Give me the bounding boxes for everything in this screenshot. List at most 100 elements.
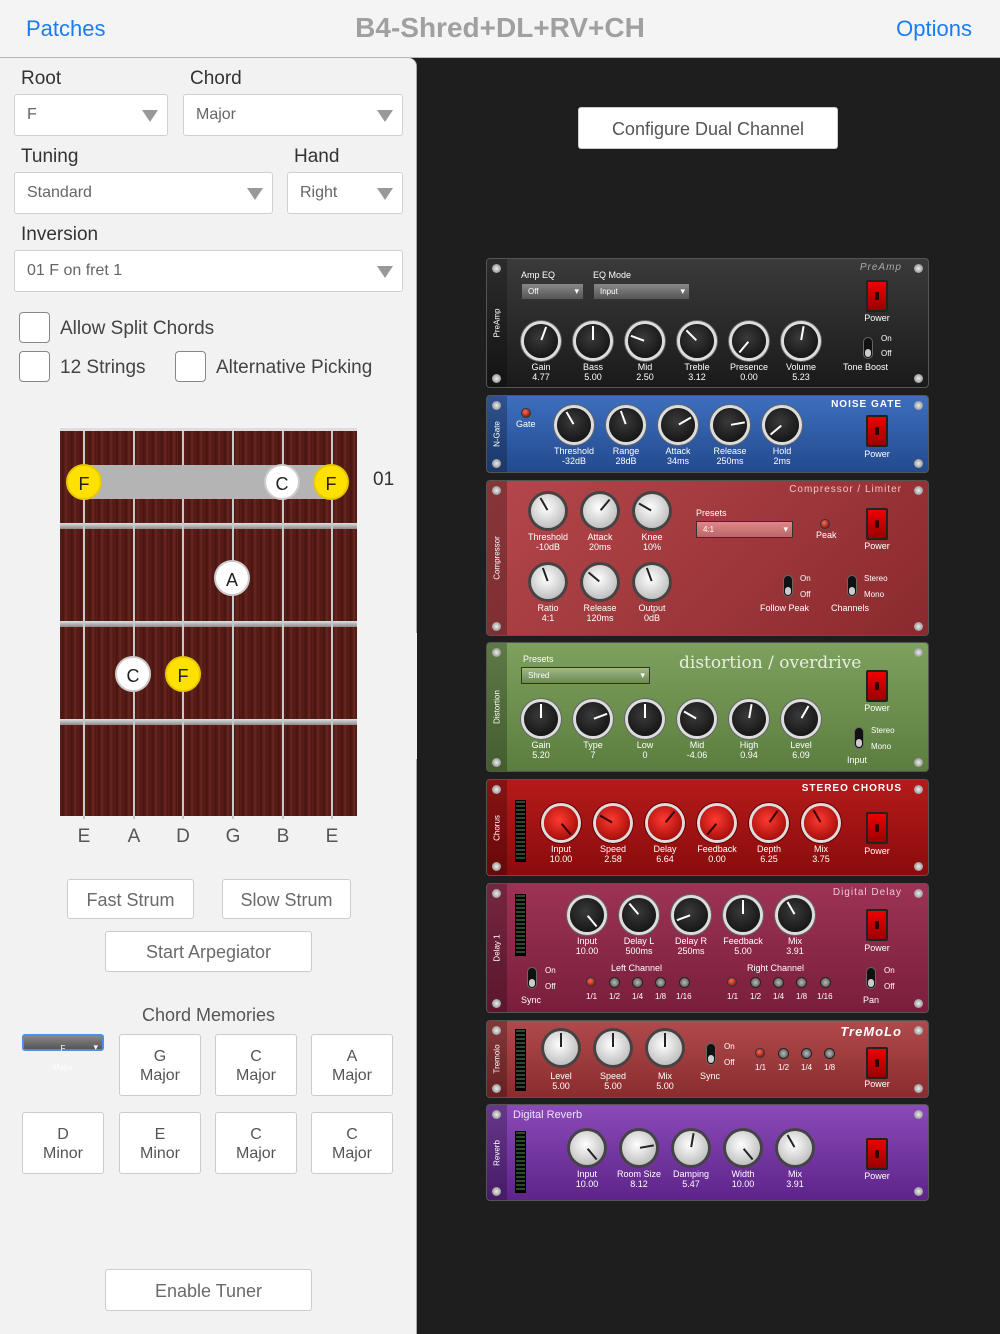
division-button[interactable] <box>655 977 666 988</box>
fretboard[interactable]: F C F A C F <box>60 428 357 819</box>
comp-preset-select[interactable]: 4:1 <box>696 521 793 538</box>
range-knob[interactable] <box>609 408 643 442</box>
options-button[interactable]: Options <box>896 16 972 42</box>
twelve-strings-checkbox[interactable] <box>19 351 50 382</box>
room-size-knob[interactable] <box>622 1131 656 1165</box>
threshold-knob[interactable] <box>531 494 565 528</box>
damping-knob[interactable] <box>674 1131 708 1165</box>
volume-knob[interactable] <box>784 324 818 358</box>
power-switch[interactable] <box>866 415 888 447</box>
threshold-knob[interactable] <box>557 408 591 442</box>
feedback-knob[interactable] <box>726 898 760 932</box>
high-knob[interactable] <box>732 702 766 736</box>
mix-knob[interactable] <box>804 806 838 840</box>
alt-picking-checkbox[interactable] <box>175 351 206 382</box>
tone-boost-toggle[interactable] <box>863 337 873 359</box>
division-button[interactable] <box>679 977 690 988</box>
root-dropdown[interactable]: F <box>14 94 168 136</box>
mix-knob[interactable] <box>778 1131 812 1165</box>
division-button[interactable] <box>801 1048 812 1059</box>
power-switch[interactable] <box>866 1138 888 1170</box>
chord-memory-7[interactable]: C Major <box>215 1112 297 1174</box>
division-button[interactable] <box>632 977 643 988</box>
level-knob[interactable] <box>544 1031 578 1065</box>
delay-knob[interactable] <box>648 806 682 840</box>
level-knob[interactable] <box>784 702 818 736</box>
division-button[interactable] <box>796 977 807 988</box>
input-knob[interactable] <box>544 806 578 840</box>
division-button[interactable] <box>824 1048 835 1059</box>
division-button[interactable] <box>820 977 831 988</box>
mid-knob[interactable] <box>628 324 662 358</box>
ratio-knob[interactable] <box>531 565 565 599</box>
mid-knob[interactable] <box>680 702 714 736</box>
dist-preset-select[interactable]: Shred <box>521 667 650 684</box>
fast-strum-button[interactable]: Fast Strum <box>67 879 194 919</box>
inversion-dropdown[interactable]: 01 F on fret 1 <box>14 250 403 292</box>
speed-knob[interactable] <box>596 806 630 840</box>
power-switch[interactable] <box>866 812 888 844</box>
split-chords-checkbox[interactable] <box>19 312 50 343</box>
speed-knob[interactable] <box>596 1031 630 1065</box>
chord-memory-3[interactable]: C Major <box>215 1034 297 1096</box>
hold-knob[interactable] <box>765 408 799 442</box>
chord-memory-4[interactable]: A Major <box>311 1034 393 1096</box>
tuning-dropdown[interactable]: Standard <box>14 172 273 214</box>
input-toggle[interactable] <box>854 727 864 749</box>
low-knob[interactable] <box>628 702 662 736</box>
sync-toggle[interactable] <box>527 967 537 989</box>
chord-memory-8[interactable]: C Major <box>311 1112 393 1174</box>
power-switch[interactable] <box>866 670 888 702</box>
note-dot[interactable]: A <box>214 560 250 596</box>
sync-toggle[interactable] <box>706 1043 716 1065</box>
division-led[interactable] <box>586 977 596 987</box>
channels-toggle[interactable] <box>847 575 857 597</box>
feedback-knob[interactable] <box>700 806 734 840</box>
eq-mode-select[interactable]: Input <box>593 283 690 300</box>
input-knob[interactable] <box>570 898 604 932</box>
division-button[interactable] <box>778 1048 789 1059</box>
note-dot[interactable]: F <box>66 464 102 500</box>
power-switch[interactable] <box>866 1047 888 1079</box>
gain-knob[interactable] <box>524 324 558 358</box>
note-dot[interactable]: F <box>313 464 349 500</box>
gain-knob[interactable] <box>524 702 558 736</box>
chord-memory-1[interactable]: F Major <box>22 1034 104 1072</box>
attack-knob[interactable] <box>583 494 617 528</box>
division-button[interactable] <box>750 977 761 988</box>
follow-peak-toggle[interactable] <box>783 575 793 597</box>
release-knob[interactable] <box>713 408 747 442</box>
type-knob[interactable] <box>576 702 610 736</box>
output-knob[interactable] <box>635 565 669 599</box>
patches-button[interactable]: Patches <box>26 16 106 42</box>
power-switch[interactable] <box>866 909 888 941</box>
delay-l-knob[interactable] <box>622 898 656 932</box>
chord-dropdown[interactable]: Major <box>183 94 403 136</box>
presence-knob[interactable] <box>732 324 766 358</box>
attack-knob[interactable] <box>661 408 695 442</box>
note-dot[interactable]: F <box>165 656 201 692</box>
chord-memory-2[interactable]: G Major <box>119 1034 201 1096</box>
delay-r-knob[interactable] <box>674 898 708 932</box>
bass-knob[interactable] <box>576 324 610 358</box>
depth-knob[interactable] <box>752 806 786 840</box>
division-button[interactable] <box>609 977 620 988</box>
division-led[interactable] <box>727 977 737 987</box>
division-button[interactable] <box>773 977 784 988</box>
note-dot[interactable]: C <box>115 656 151 692</box>
width-knob[interactable] <box>726 1131 760 1165</box>
treble-knob[interactable] <box>680 324 714 358</box>
division-led[interactable] <box>755 1048 765 1058</box>
pan-toggle[interactable] <box>866 967 876 989</box>
start-arpeggiator-button[interactable]: Start Arpegiator <box>105 931 312 972</box>
input-knob[interactable] <box>570 1131 604 1165</box>
mix-knob[interactable] <box>778 898 812 932</box>
knee-knob[interactable] <box>635 494 669 528</box>
configure-dual-channel-button[interactable]: Configure Dual Channel <box>578 107 838 149</box>
chord-memory-5[interactable]: D Minor <box>22 1112 104 1174</box>
enable-tuner-button[interactable]: Enable Tuner <box>105 1269 312 1311</box>
hand-dropdown[interactable]: Right <box>287 172 403 214</box>
power-switch[interactable] <box>866 508 888 540</box>
release-knob[interactable] <box>583 565 617 599</box>
amp-eq-select[interactable]: Off <box>521 283 584 300</box>
